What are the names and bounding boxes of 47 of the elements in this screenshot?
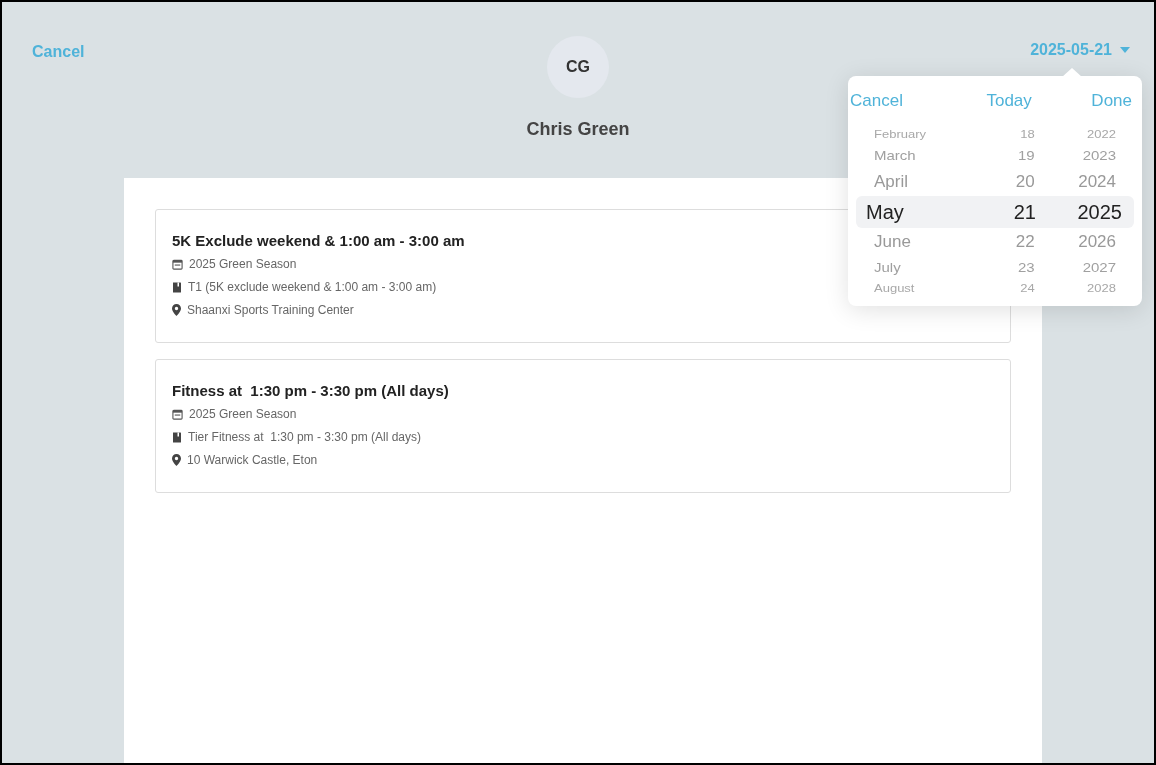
today-button[interactable]: Today [986,88,1032,114]
cancel-button[interactable]: Cancel [32,40,85,64]
month-text: July [874,260,902,275]
location-pin-icon [172,454,181,466]
season-text: 2025 Green Season [189,406,297,423]
month-text: March [874,148,917,163]
season-text: 2025 Green Season [189,256,297,273]
year-text: 2024 [1077,173,1116,190]
day-text: 19 [1017,148,1035,163]
year-text: 2026 [1077,233,1116,250]
picker-cancel-button[interactable]: Cancel [850,88,903,114]
year-text: 2028 [1086,283,1116,294]
tier-text: Tier Fitness at 1:30 pm - 3:30 pm (All days) [188,429,421,446]
year-text: 2025 [1076,201,1122,222]
month-text: June [874,233,912,250]
day-text: 18 [1019,129,1035,140]
day-text: 24 [1019,283,1035,294]
done-button[interactable]: Done [1091,88,1132,114]
calendar-icon [172,258,183,270]
book-icon [172,281,182,293]
location-text: Shaanxi Sports Training Center [187,302,354,319]
month-text: August [874,283,916,294]
day-text: 21 [1012,201,1036,222]
day-text: 23 [1017,260,1035,275]
picker-row[interactable]: March 19 2023 [856,143,1134,168]
year-text: 2023 [1081,148,1116,163]
location-text: 10 Warwick Castle, Eton [187,452,318,469]
day-text: 20 [1014,173,1035,190]
picker-row[interactable]: May 21 2025 [856,195,1134,228]
session-title: 5K Exclude weekend & 1:00 am - 3:00 am [172,232,465,250]
user-name: Chris Green [526,118,630,141]
book-icon [172,431,182,443]
day-text: 22 [1014,233,1035,250]
date-dropdown[interactable]: 2025-05-21 [1030,38,1130,62]
session-card[interactable]: Fitness at 1:30 pm - 3:30 pm (All days) 2025 Green Season Tier Fitness at 1:30 pm - 3:30 pm (All days) 10 Warwick Castle, Eton [155,359,1011,493]
calendar-icon [172,408,183,420]
picker-row[interactable]: February 18 2022 [856,125,1134,144]
location-pin-icon [172,304,181,316]
year-text: 2027 [1081,260,1116,275]
year-text: 2022 [1086,129,1116,140]
tier-text: T1 (5K exclude weekend & 1:00 am - 3:00 am) [188,279,437,296]
session-title: Fitness at 1:30 pm - 3:30 pm (All days) [172,382,449,400]
month-text: February [874,129,928,140]
avatar: CG [547,36,609,98]
picker-row[interactable]: April 20 2024 [856,167,1134,196]
caret-icon [1120,47,1130,53]
month-text: April [874,173,909,190]
